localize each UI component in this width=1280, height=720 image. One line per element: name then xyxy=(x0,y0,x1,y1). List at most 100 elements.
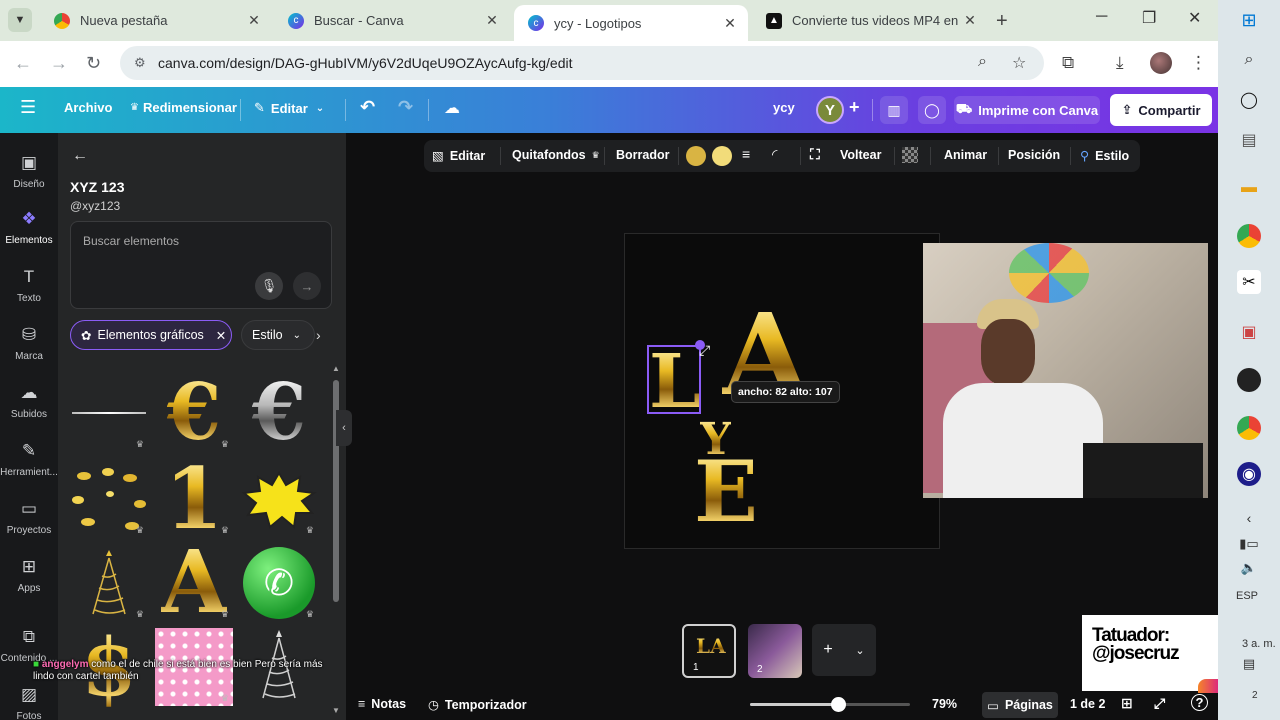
close-icon[interactable]: ✕ xyxy=(246,12,262,29)
letter-e[interactable]: E xyxy=(694,450,758,534)
profile-avatar[interactable] xyxy=(1150,52,1172,74)
gold-tree-element[interactable]: ♛ xyxy=(70,544,148,622)
notes-button[interactable]: ≡ Notas xyxy=(358,697,406,711)
minimize-icon[interactable]: ─ xyxy=(1096,8,1107,26)
undo-icon[interactable]: ↶ xyxy=(360,97,375,118)
tab-buscar-canva[interactable]: c Buscar - Canva ✕ xyxy=(274,6,510,35)
green-phone-element[interactable]: ✆ ♛ xyxy=(240,544,318,622)
volume-icon[interactable]: 🔈 xyxy=(1237,556,1261,580)
zoom-slider-thumb[interactable] xyxy=(831,697,846,712)
chrome-profile-icon[interactable] xyxy=(1237,416,1261,440)
share-button[interactable]: ⇪ Compartir xyxy=(1110,94,1212,126)
comment-icon[interactable]: ◯ xyxy=(918,96,946,124)
zoom-slider[interactable] xyxy=(750,697,910,712)
help-icon[interactable]: ? xyxy=(1191,694,1208,711)
search-input[interactable] xyxy=(83,234,313,248)
rail-item-subidos[interactable]: ☁ Subidos xyxy=(0,383,58,420)
reload-icon[interactable]: ↻ xyxy=(86,53,101,74)
chevron-left-icon[interactable]: ‹ xyxy=(1237,506,1261,530)
site-info-icon[interactable]: ⚙ xyxy=(134,55,154,71)
close-icon[interactable]: ✕ xyxy=(216,328,226,343)
file-menu[interactable]: Archivo xyxy=(64,100,112,115)
silver-euro-element[interactable]: € xyxy=(240,374,318,452)
crop-icon[interactable]: ⛶ xyxy=(810,146,820,163)
zoom-value[interactable]: 79% xyxy=(932,697,957,711)
capcut-icon[interactable]: ✂ xyxy=(1237,270,1261,294)
rail-item-apps[interactable]: ⊞ Apps xyxy=(0,557,58,594)
filter-chip-graphics[interactable]: ✿ Elementos gráficos ✕ xyxy=(70,320,232,350)
user-avatar[interactable]: Y xyxy=(816,96,844,124)
resize-button[interactable]: ♛ Redimensionar xyxy=(130,100,237,115)
flip-button[interactable]: Voltear xyxy=(840,148,881,162)
fullscreen-icon[interactable]: ⤢ xyxy=(1154,695,1165,712)
print-button[interactable]: ⛟ Imprime con Canva xyxy=(954,96,1100,124)
scroll-down-icon[interactable]: ▼ xyxy=(332,706,340,715)
extensions-icon[interactable]: ⧉ xyxy=(1062,53,1074,73)
microphone-icon[interactable]: 🎙 xyxy=(255,272,283,300)
notification-icon[interactable]: ▤ xyxy=(1237,652,1261,676)
rail-item-proyectos[interactable]: ▭ Proyectos xyxy=(0,499,58,536)
add-collaborator-icon[interactable]: + xyxy=(849,97,860,118)
star-icon[interactable]: ☆ xyxy=(1012,53,1026,73)
close-icon[interactable]: ✕ xyxy=(962,12,978,29)
widgets-icon[interactable]: ▤ xyxy=(1237,128,1261,152)
app-window-icon[interactable]: ▣ xyxy=(1237,320,1261,344)
tab-search-button[interactable]: ▼ xyxy=(8,8,32,32)
usb-icon[interactable]: ▮▭ xyxy=(1237,532,1261,556)
forward-icon[interactable]: → xyxy=(50,53,68,74)
insights-icon[interactable]: ▥ xyxy=(880,96,908,124)
more-menu-icon[interactable]: ⋮ xyxy=(1190,53,1207,73)
rail-item-texto[interactable]: T Texto xyxy=(0,267,58,304)
selection-box[interactable] xyxy=(647,345,701,414)
animate-button[interactable]: Animar xyxy=(944,148,987,162)
edit-mode-button[interactable]: ✎ Editar ⌄ xyxy=(254,100,324,116)
streaming-app-icon[interactable]: ◉ xyxy=(1237,462,1261,486)
back-arrow-icon[interactable]: ← xyxy=(72,147,88,165)
language-indicator[interactable]: ESP xyxy=(1236,590,1258,602)
page-thumbnail-1[interactable]: LA 1 xyxy=(682,624,736,678)
bg-remover-button[interactable]: Quitafondos ♛ xyxy=(512,148,600,162)
rail-item-marca[interactable]: ⛁ Marca xyxy=(0,325,58,362)
document-title[interactable]: ycy xyxy=(773,100,795,115)
windows-start-icon[interactable]: ⊞ xyxy=(1237,8,1261,32)
filter-chip-style[interactable]: Estilo ⌄ xyxy=(241,320,315,350)
chrome-icon[interactable] xyxy=(1237,224,1261,248)
grid-view-icon[interactable]: ⊞ xyxy=(1121,695,1133,712)
clock-time[interactable]: 3 a. m. xyxy=(1242,638,1276,650)
hamburger-icon[interactable]: ☰ xyxy=(20,97,36,118)
corner-rounding-icon[interactable]: ◜ xyxy=(772,146,777,163)
cloud-saved-icon[interactable]: ☁ xyxy=(444,98,460,118)
color-swatch-1[interactable] xyxy=(686,146,706,166)
tab-convierte-videos[interactable]: ▲ Convierte tus videos MP4 en Gi ✕ xyxy=(752,6,988,35)
address-bar[interactable]: ⚙ canva.com/design/DAG-gHubIVM/y6V2dUqeU… xyxy=(120,46,1044,80)
close-icon[interactable]: ✕ xyxy=(484,12,500,29)
creator-handle[interactable]: @xyz123 xyxy=(70,199,120,213)
rail-item-diseno[interactable]: ▣ Diseño xyxy=(0,153,58,190)
rail-item-fotos[interactable]: ▨ Fotos xyxy=(0,685,58,720)
eraser-button[interactable]: Borrador xyxy=(616,148,669,162)
zoom-icon[interactable]: ⌕ xyxy=(978,53,987,71)
edit-image-button[interactable]: ▧ Editar xyxy=(432,148,485,164)
gold-a-element[interactable]: A ♛ xyxy=(155,540,233,626)
gold-coins-element[interactable]: ♛ xyxy=(70,460,148,538)
scroll-up-icon[interactable]: ▲ xyxy=(332,364,340,373)
rail-item-elementos[interactable]: ❖ Elementos xyxy=(0,209,58,246)
collapse-panel-button[interactable]: ‹ xyxy=(336,410,352,446)
position-button[interactable]: Posición xyxy=(1008,148,1060,162)
line-element[interactable]: ♛ xyxy=(70,374,148,452)
back-icon[interactable]: ← xyxy=(14,53,32,74)
redo-icon[interactable]: ↷ xyxy=(398,97,413,118)
color-swatch-2[interactable] xyxy=(712,146,732,166)
style-button[interactable]: ⚲ Estilo xyxy=(1080,148,1129,164)
rail-item-herramientas[interactable]: ✎ Herramient... xyxy=(0,441,58,478)
chevron-right-icon[interactable]: › xyxy=(316,327,321,343)
restore-icon[interactable]: ❐ xyxy=(1142,8,1156,28)
yellow-burst-element[interactable]: ♛ xyxy=(240,460,318,538)
close-window-icon[interactable]: ✕ xyxy=(1188,8,1201,28)
tab-ycy-logotipos[interactable]: c ycy - Logotipos ✕ xyxy=(514,5,748,41)
add-page-button[interactable]: + ⌄ xyxy=(812,624,876,676)
tab-nueva-pestana[interactable]: Nueva pestaña ✕ xyxy=(40,6,272,35)
file-explorer-icon[interactable]: ▬ xyxy=(1237,176,1261,200)
page-counter[interactable]: 1 de 2 xyxy=(1070,697,1105,711)
task-view-icon[interactable]: ◯ xyxy=(1237,88,1261,112)
